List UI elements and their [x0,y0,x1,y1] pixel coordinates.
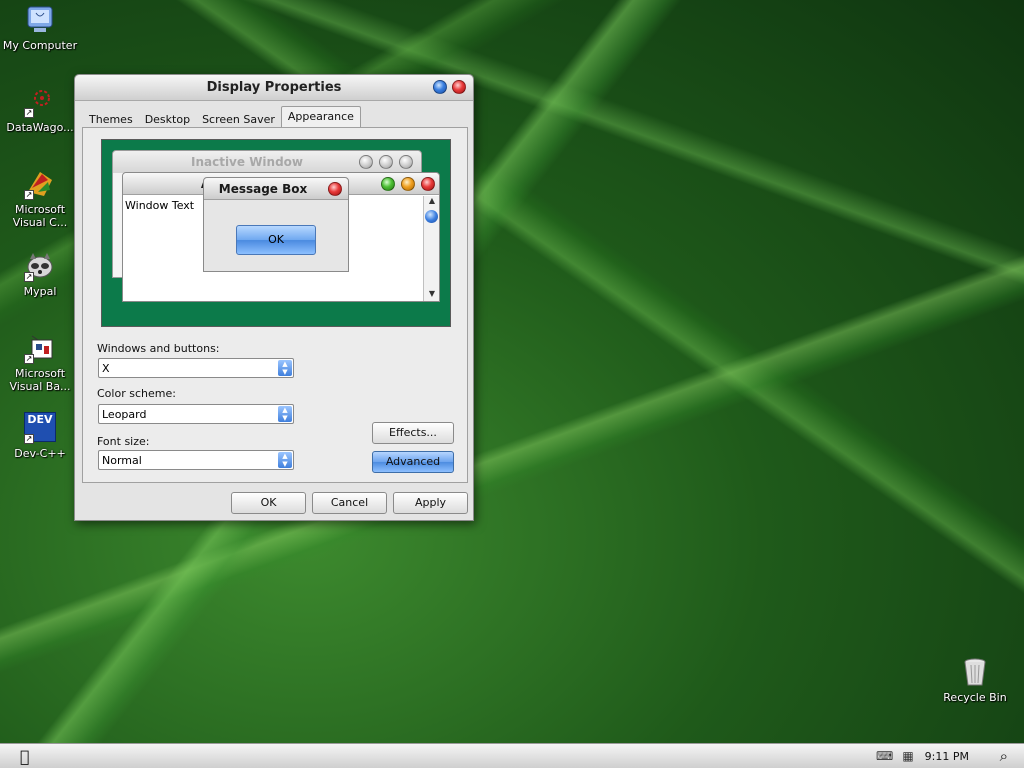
shortcut-arrow-icon: ↗ [24,190,34,200]
tab-themes[interactable]: Themes [83,109,139,129]
desktop-icon-dev-cpp[interactable]: DEV ↗ Dev-C++ [2,412,78,460]
color-scheme-label: Color scheme: [97,387,176,400]
windows-buttons-label: Windows and buttons: [97,342,220,355]
search-icon[interactable]: ⌕ [1000,747,1008,765]
select-arrows-icon: ▲ ▼ [278,406,292,422]
shortcut-arrow-icon: ↗ [24,354,34,364]
inactive-minimize-icon [359,155,373,169]
desktop-icon-label: Mypal [23,285,57,298]
desktop-icon-label: My Computer [2,39,78,52]
visual-c-icon: ↗ [24,168,56,200]
active-close-icon [421,177,435,191]
desktop-icon-my-computer[interactable]: My Computer [2,4,78,52]
desktop-icon-label: Microsoft Visual C... [12,203,68,229]
select-arrows-icon: ▲ ▼ [278,452,292,468]
mypal-raccoon-icon: ↗ [24,250,56,282]
keyboard-tray-icon[interactable]: ⌨ [876,749,893,763]
inactive-window-title: Inactive Window [190,155,304,169]
ok-button[interactable]: OK [231,492,306,514]
inactive-zoom-icon [379,155,393,169]
visual-basic-icon: ↗ [24,332,56,364]
font-size-select[interactable]: Normal ▲ ▼ [98,450,294,470]
color-scheme-select[interactable]: Leopard ▲ ▼ [98,404,294,424]
shortcut-arrow-icon: ↗ [24,272,34,282]
windows-buttons-value: X [102,362,110,375]
desktop-icon-label: DataWago... [6,121,74,134]
font-size-value: Normal [102,454,142,467]
preview-ok-button: OK [236,225,316,255]
preview-active-window: Active Window Window Text ▲ ▼ Message Bo… [122,172,440,302]
taskbar:  ⌨ ▦ 9:11 PM ⌕ [0,743,1024,768]
dialog-titlebar[interactable]: Display Properties [75,75,473,101]
taskbar-clock[interactable]: 9:11 PM [925,750,969,763]
network-tray-icon[interactable]: ▦ [900,749,916,763]
tab-appearance[interactable]: Appearance [280,106,361,128]
appearance-preview: Inactive Window Active Window Window Tex… [101,139,451,327]
dev-cpp-icon: DEV ↗ [24,412,56,444]
active-minimize-icon [381,177,395,191]
tab-screen-saver[interactable]: Screen Saver [196,109,281,129]
windows-buttons-select[interactable]: X ▲ ▼ [98,358,294,378]
select-arrows-icon: ▲ ▼ [278,360,292,376]
tab-strip: Themes Desktop Screen Saver Appearance [83,106,361,128]
font-size-label: Font size: [97,435,150,448]
active-zoom-icon [401,177,415,191]
desktop-icon-visual-c[interactable]: ↗ Microsoft Visual C... [2,168,78,229]
advanced-button[interactable]: Advanced [372,451,454,473]
shortcut-arrow-icon: ↗ [24,108,34,118]
desktop-icon-visual-basic[interactable]: ↗ Microsoft Visual Ba... [2,332,78,393]
shortcut-arrow-icon: ↗ [24,434,34,444]
desktop-icon-recycle-bin[interactable]: Recycle Bin [937,656,1013,704]
help-button[interactable] [433,80,447,94]
inactive-close-icon [399,155,413,169]
my-computer-icon [24,4,56,36]
datawago-icon: ↗ [24,86,56,118]
desktop-icon-label: Recycle Bin [943,691,1007,704]
preview-scrollbar: ▲ ▼ [423,196,439,301]
effects-button[interactable]: Effects... [372,422,454,444]
display-properties-dialog: Display Properties Themes Desktop Screen… [74,74,474,521]
cancel-button[interactable]: Cancel [312,492,387,514]
tab-desktop[interactable]: Desktop [139,109,196,129]
dialog-title: Display Properties [206,80,342,95]
window-text-sample: Window Text [125,199,195,212]
apple-menu-icon[interactable]:  [20,747,30,766]
desktop-icon-label: Microsoft Visual Ba... [9,367,71,393]
recycle-bin-icon [959,656,991,688]
scroll-thumb [425,210,438,223]
scroll-down-arrow-icon: ▼ [428,289,436,298]
desktop-icon-label: Dev-C++ [14,447,66,460]
appearance-panel: Inactive Window Active Window Window Tex… [82,127,468,483]
desktop-icon-mypal[interactable]: ↗ Mypal [2,250,78,298]
apply-button[interactable]: Apply [393,492,468,514]
preview-message-box: Message Box OK [203,177,349,272]
scroll-up-arrow-icon: ▲ [428,196,436,205]
close-button[interactable] [452,80,466,94]
message-close-icon [328,182,342,196]
desktop-icon-datawago[interactable]: ↗ DataWago... [2,86,78,134]
message-box-title: Message Box [218,182,308,196]
color-scheme-value: Leopard [102,408,147,421]
